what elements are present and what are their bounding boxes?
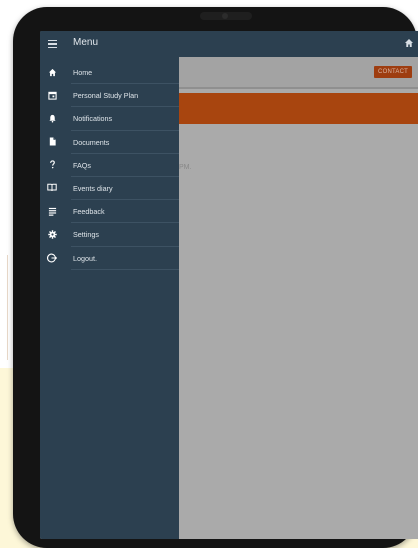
question-icon — [47, 160, 57, 170]
menu-item-home[interactable]: Home — [40, 61, 179, 85]
menu-item-documents[interactable]: Documents — [40, 131, 179, 154]
menu-list: Home Personal Study Plan Notifications D… — [40, 61, 179, 270]
book-icon — [47, 183, 57, 193]
menu-item-label: Feedback — [73, 207, 105, 217]
menu-item-label: FAQs — [73, 160, 91, 170]
menu-item-settings[interactable]: Settings — [40, 223, 179, 247]
tablet-frame: CONTACT PM. Menu Home Personal Study Pla… — [13, 7, 418, 548]
feedback-icon — [47, 206, 57, 216]
menu-item-label: Settings — [73, 230, 99, 240]
menu-item-notifications[interactable]: Notifications — [40, 107, 179, 131]
menu-item-label: Events diary — [73, 183, 113, 193]
background-text: PM. — [179, 164, 192, 171]
gear-icon — [47, 229, 57, 239]
calendar-icon — [47, 90, 57, 100]
menu-item-feedback[interactable]: Feedback — [40, 200, 179, 224]
home-icon — [47, 67, 57, 77]
hamburger-icon[interactable] — [48, 40, 57, 48]
menu-item-label: Logout. — [73, 253, 97, 263]
home-icon[interactable] — [404, 38, 414, 48]
camera — [200, 12, 252, 20]
menu-item-label: Personal Study Plan — [73, 91, 139, 101]
menu-item-logout[interactable]: Logout. — [40, 247, 179, 270]
menu-item-label: Documents — [73, 137, 110, 147]
drawer-title: Menu — [73, 37, 99, 48]
menu-item-events-diary[interactable]: Events diary — [40, 177, 179, 201]
app-screen: CONTACT PM. Menu Home Personal Study Pla… — [40, 31, 418, 539]
menu-item-personal-study-plan[interactable]: Personal Study Plan — [40, 84, 179, 108]
logout-icon — [47, 253, 57, 263]
bell-icon — [47, 113, 57, 123]
drawer-header: Menu — [40, 31, 179, 57]
navigation-drawer: Menu Home Personal Study Plan Notificati… — [40, 31, 179, 539]
menu-item-label: Home — [73, 68, 93, 77]
menu-item-label: Notifications — [73, 114, 113, 124]
page-background-divider — [0, 255, 8, 360]
document-icon — [47, 137, 57, 147]
menu-item-faqs[interactable]: FAQs — [40, 154, 179, 178]
contact-button[interactable]: CONTACT — [374, 66, 412, 78]
